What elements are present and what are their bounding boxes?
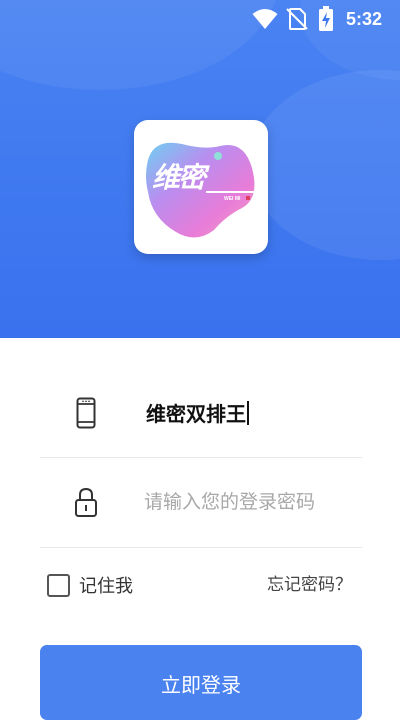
- account-field[interactable]: 维密双排王: [146, 398, 249, 427]
- login-button[interactable]: 立即登录: [40, 645, 362, 720]
- forgot-password-link[interactable]: 忘记密码？: [267, 570, 352, 595]
- decorative-blob: [250, 70, 400, 260]
- logo-text: 维密: [152, 161, 206, 194]
- wifi-icon: [252, 9, 278, 29]
- divider: [40, 547, 362, 548]
- divider: [40, 457, 362, 458]
- remember-me[interactable]: 记住我: [47, 572, 133, 598]
- battery-charging-icon: [319, 6, 333, 31]
- header-banner: 5:32 维密 WEI MI: [0, 0, 400, 338]
- remember-label: 记住我: [79, 576, 133, 597]
- password-input[interactable]: [144, 485, 362, 519]
- status-time: 5:32: [346, 9, 383, 29]
- text-cursor: [247, 401, 249, 425]
- account-value: 维密双排王: [146, 402, 246, 426]
- logo-subtext: WEI MI: [224, 196, 241, 202]
- remember-checkbox[interactable]: [47, 573, 70, 597]
- lock-icon: [75, 487, 97, 517]
- app-logo: 维密 WEI MI: [134, 120, 268, 254]
- no-sim-icon: [286, 8, 308, 30]
- status-bar: 5:32: [0, 0, 400, 40]
- phone-icon: [76, 397, 96, 429]
